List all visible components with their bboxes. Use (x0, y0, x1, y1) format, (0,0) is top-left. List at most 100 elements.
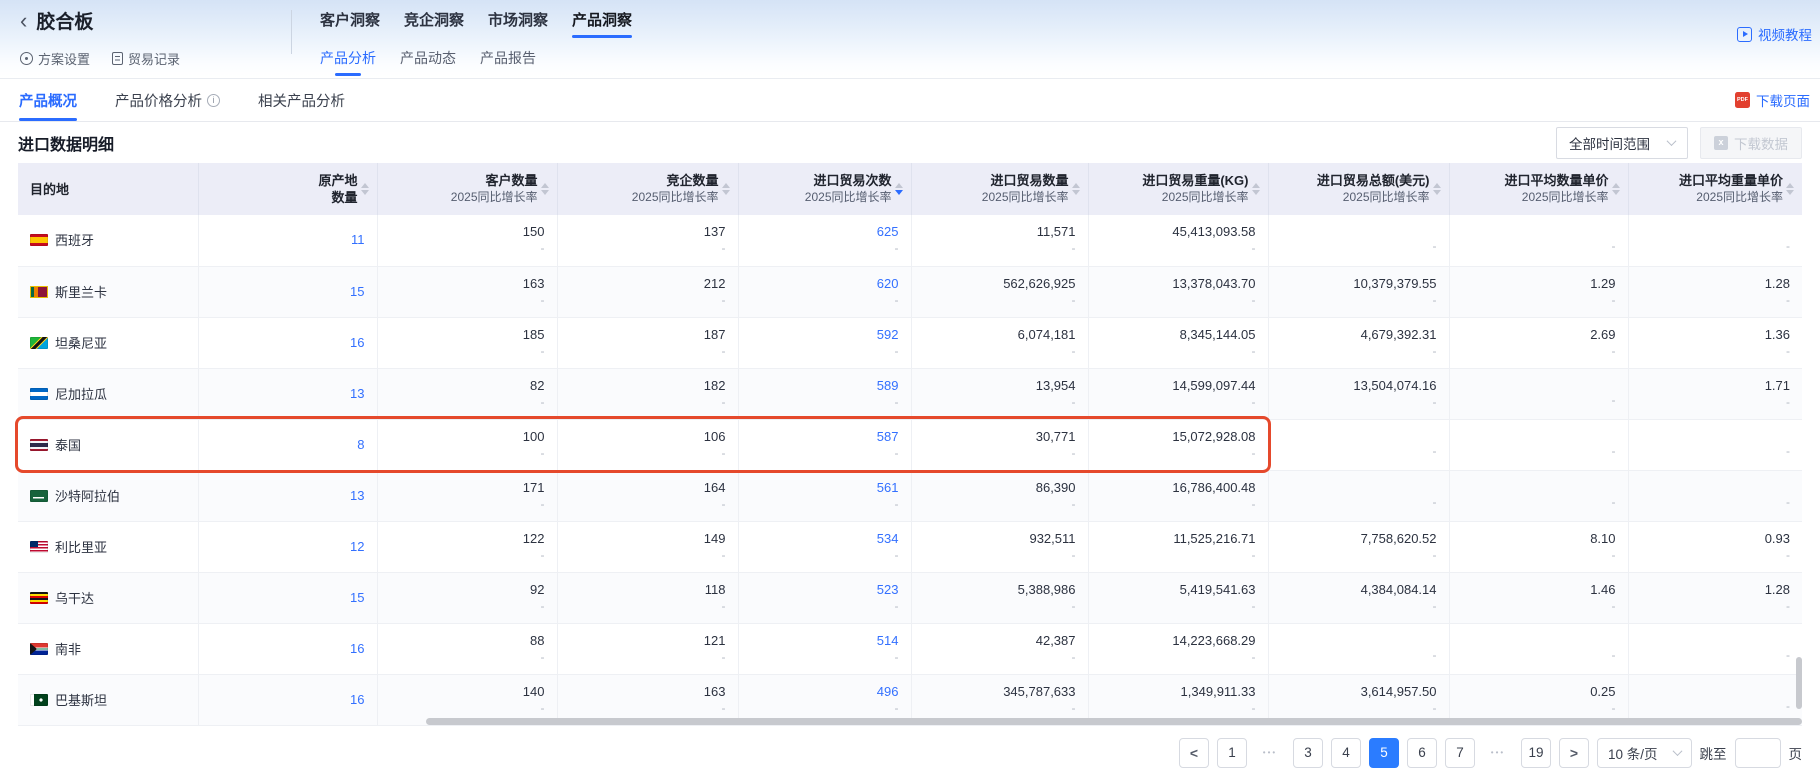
metric-cell: 14,599,097.44- (1088, 368, 1268, 419)
page-tab-2[interactable]: 相关产品分析 (258, 79, 345, 121)
growth-value: - (1269, 443, 1437, 460)
origin-count-link[interactable]: 8 (357, 437, 364, 452)
column-header-3[interactable]: 竞企数量2025同比增长率 (557, 163, 738, 215)
vertical-scrollbar[interactable] (1796, 657, 1802, 709)
metric-cell: 10,379,379.55- (1268, 266, 1449, 317)
origin-count-link[interactable]: 15 (350, 590, 364, 605)
download-page-link[interactable]: 下载页面 (1735, 79, 1810, 121)
page-tab-0[interactable]: 产品概况 (19, 79, 77, 121)
column-label: 进口贸易总额(美元) (1317, 172, 1430, 189)
country-name: 坦桑尼亚 (55, 336, 107, 351)
back-icon[interactable]: ‹ (20, 10, 27, 32)
growth-value: - (1089, 343, 1256, 360)
trade-count-link[interactable]: 534 (739, 530, 899, 547)
metric-value: 149 (558, 530, 726, 547)
quick-link-1[interactable]: 贸易记录 (112, 49, 180, 68)
video-tutorial-link[interactable]: 视频教程 (1737, 24, 1812, 44)
origin-count-link[interactable]: 13 (350, 386, 364, 401)
origin-count-link[interactable]: 11 (351, 232, 365, 247)
sub-tab-1[interactable]: 产品动态 (400, 48, 456, 76)
page-button-5[interactable]: 5 (1369, 738, 1399, 768)
origin-count-link[interactable]: 13 (350, 488, 364, 503)
trade-count-link[interactable]: 625 (739, 223, 899, 240)
country-name: 沙特阿拉伯 (55, 489, 120, 504)
column-header-9[interactable]: 进口平均重量单价2025同比增长率 (1628, 163, 1802, 215)
metric-cell: - (1268, 470, 1449, 521)
main-tab-3[interactable]: 产品洞察 (572, 9, 632, 38)
sub-tab-0[interactable]: 产品分析 (320, 48, 376, 76)
sort-asc-icon (361, 183, 369, 188)
trade-count-link[interactable]: 514 (739, 632, 899, 649)
metric-cell: - (1628, 215, 1802, 266)
metric-value: 92 (378, 581, 545, 598)
column-header-4[interactable]: 进口贸易次数2025同比增长率 (738, 163, 911, 215)
origin-count-link[interactable]: 15 (350, 284, 364, 299)
trade-count-link[interactable]: 592 (739, 326, 899, 343)
metric-value: 100 (378, 428, 545, 445)
metric-value: 16,786,400.48 (1089, 479, 1256, 496)
sort-desc-icon (541, 190, 549, 195)
metric-cell: 514- (738, 623, 911, 674)
metric-value (1629, 430, 1791, 443)
metric-value: 212 (558, 275, 726, 292)
growth-value: - (912, 649, 1076, 666)
time-range-select[interactable]: 全部时间范围 (1556, 127, 1688, 159)
column-header-7[interactable]: 进口贸易总额(美元)2025同比增长率 (1268, 163, 1449, 215)
page-button-6[interactable]: 6 (1407, 738, 1437, 768)
title-block: ‹ 胶合板 (20, 7, 93, 34)
origin-count-link[interactable]: 16 (350, 692, 364, 707)
growth-value: - (1450, 647, 1616, 664)
page-button-1[interactable]: 1 (1217, 738, 1247, 768)
main-tab-2[interactable]: 市场洞察 (488, 9, 548, 38)
page-button-3[interactable]: 3 (1293, 738, 1323, 768)
column-header-6[interactable]: 进口贸易重量(KG)2025同比增长率 (1088, 163, 1268, 215)
metric-cell: - (1268, 419, 1449, 470)
page-ellipsis[interactable]: ••• (1255, 738, 1285, 768)
main-tab-1[interactable]: 竞企洞察 (404, 9, 464, 38)
origin-count-link[interactable]: 16 (350, 641, 364, 656)
growth-value: - (1269, 598, 1437, 615)
destination-cell: 南非 (18, 623, 198, 674)
page-button-19[interactable]: 19 (1521, 738, 1551, 768)
page-ellipsis[interactable]: ••• (1483, 738, 1513, 768)
trade-count-link[interactable]: 523 (739, 581, 899, 598)
column-header-2[interactable]: 客户数量2025同比增长率 (377, 163, 557, 215)
trade-count-link[interactable]: 561 (739, 479, 899, 496)
growth-value: - (1629, 343, 1791, 360)
page-button-7[interactable]: 7 (1445, 738, 1475, 768)
trade-count-link[interactable]: 496 (739, 683, 899, 700)
trade-count-link[interactable]: 587 (739, 428, 899, 445)
page-size-select[interactable]: 10 条/页 (1597, 738, 1692, 768)
main-tab-0[interactable]: 客户洞察 (320, 9, 380, 38)
country-flag-icon (30, 592, 48, 604)
next-page-button[interactable]: > (1559, 738, 1589, 768)
video-tutorial-label: 视频教程 (1758, 24, 1812, 44)
download-data-button[interactable]: 下载数据 (1700, 127, 1802, 159)
column-header-8[interactable]: 进口平均数量单价2025同比增长率 (1449, 163, 1628, 215)
trade-count-link[interactable]: 620 (739, 275, 899, 292)
metric-value: 86,390 (912, 479, 1076, 496)
page-tab-1[interactable]: 产品价格分析 (115, 79, 220, 121)
trade-count-link[interactable]: 589 (739, 377, 899, 394)
prev-page-button[interactable]: < (1179, 738, 1209, 768)
column-header-1[interactable]: 原产地数量 (198, 163, 377, 215)
sort-asc-icon (1433, 183, 1441, 188)
origin-count-link[interactable]: 16 (350, 335, 364, 350)
chevron-down-icon (1667, 136, 1677, 146)
metric-cell: 1.28- (1628, 266, 1802, 317)
country-flag-icon (30, 337, 48, 349)
download-data-label: 下载数据 (1734, 133, 1788, 153)
jump-page-input[interactable] (1735, 738, 1781, 768)
page-button-4[interactable]: 4 (1331, 738, 1361, 768)
metric-cell: 11,571- (911, 215, 1088, 266)
horizontal-scrollbar[interactable] (426, 718, 1802, 725)
quick-link-0[interactable]: 方案设置 (20, 49, 90, 68)
sub-tabs: 产品分析产品动态产品报告 (320, 48, 536, 76)
growth-value: - (1629, 647, 1791, 664)
sub-tab-2[interactable]: 产品报告 (480, 48, 536, 76)
metric-cell: 16,786,400.48- (1088, 470, 1268, 521)
origin-count-link[interactable]: 12 (350, 539, 364, 554)
origin-count-cell: 11 (198, 215, 377, 266)
column-header-5[interactable]: 进口贸易数量2025同比增长率 (911, 163, 1088, 215)
sort-carets-icon (1433, 183, 1441, 195)
